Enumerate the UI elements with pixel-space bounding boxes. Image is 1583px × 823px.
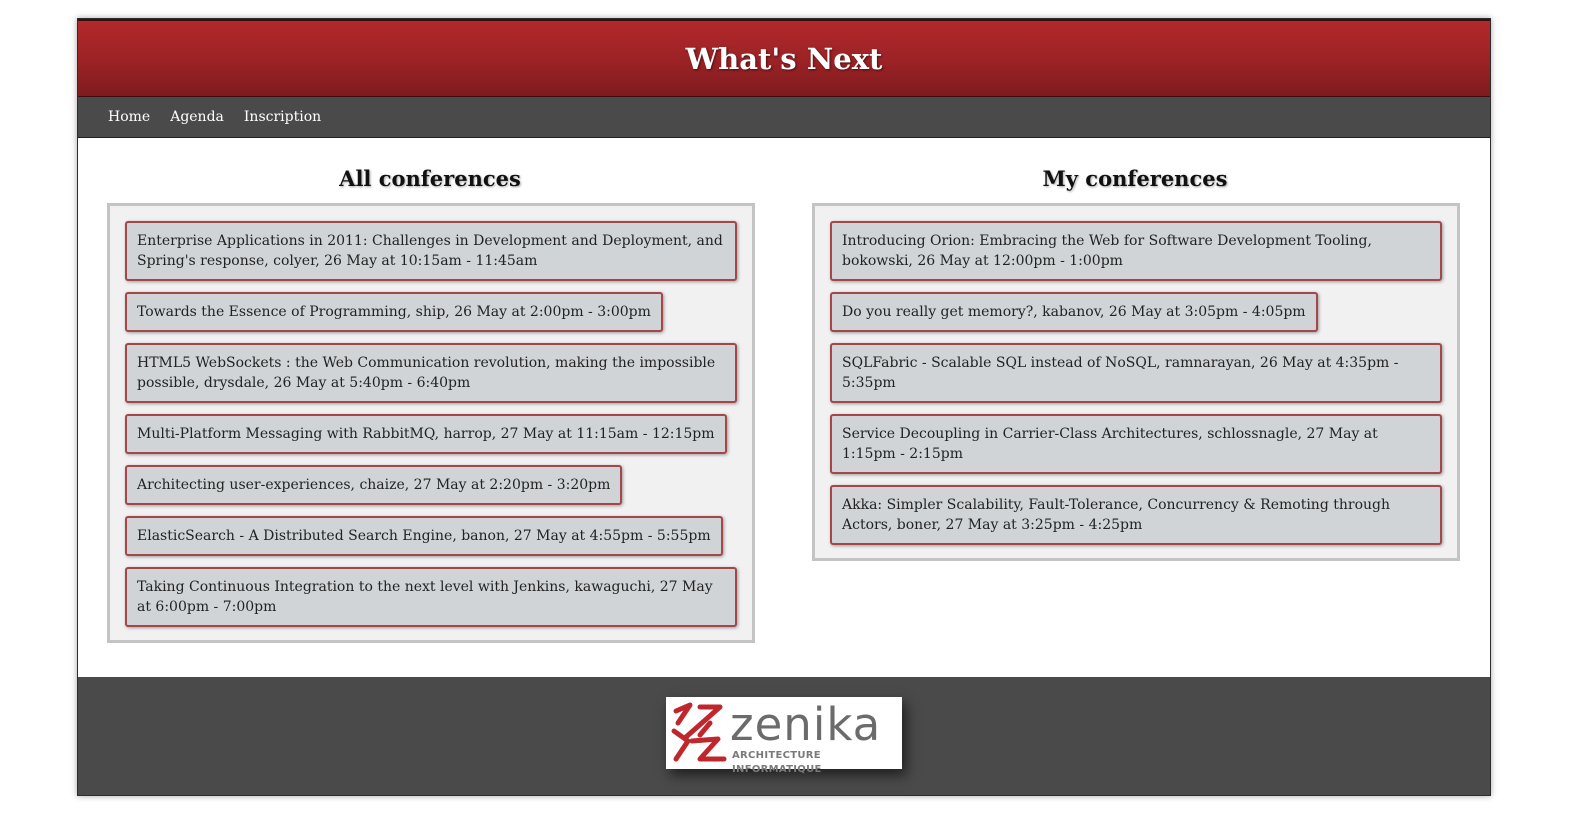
conference-item[interactable]: Towards the Essence of Programming, ship… xyxy=(125,292,663,332)
site-title: What's Next xyxy=(685,41,883,76)
nav-bar: Home Agenda Inscription xyxy=(78,97,1490,138)
all-conferences-heading: All conferences xyxy=(339,166,521,191)
site-header: What's Next xyxy=(78,19,1490,97)
zenika-logo-icon xyxy=(671,702,727,762)
main-content: All conferences Enterprise Applications … xyxy=(78,138,1490,676)
conference-item[interactable]: Taking Continuous Integration to the nex… xyxy=(125,567,737,627)
conference-item[interactable]: ElasticSearch - A Distributed Search Eng… xyxy=(125,516,723,556)
logo-wordmark: zenika xyxy=(730,698,882,751)
my-conferences-column: My conferences Introducing Orion: Embrac… xyxy=(812,166,1460,561)
conference-item[interactable]: Do you really get memory?, kabanov, 26 M… xyxy=(830,292,1318,332)
my-conferences-list: Introducing Orion: Embracing the Web for… xyxy=(812,203,1460,561)
conference-item[interactable]: Service Decoupling in Carrier-Class Arch… xyxy=(830,414,1442,474)
conference-item[interactable]: Multi-Platform Messaging with RabbitMQ, … xyxy=(125,414,727,454)
nav-inscription-link[interactable]: Inscription xyxy=(244,109,321,125)
conference-item[interactable]: HTML5 WebSockets : the Web Communication… xyxy=(125,343,737,403)
site-footer: zenika ARCHITECTURE INFORMATIQUE xyxy=(78,677,1490,795)
conference-item[interactable]: Architecting user-experiences, chaize, 2… xyxy=(125,465,623,505)
nav-home-link[interactable]: Home xyxy=(108,109,150,125)
conference-item[interactable]: Enterprise Applications in 2011: Challen… xyxy=(125,221,737,281)
conference-item[interactable]: Akka: Simpler Scalability, Fault-Toleran… xyxy=(830,485,1442,545)
zenika-logo[interactable]: zenika ARCHITECTURE INFORMATIQUE xyxy=(666,697,902,775)
all-conferences-list: Enterprise Applications in 2011: Challen… xyxy=(107,203,755,643)
conference-item[interactable]: SQLFabric - Scalable SQL instead of NoSQ… xyxy=(830,343,1442,403)
nav-agenda-link[interactable]: Agenda xyxy=(170,109,224,125)
all-conferences-column: All conferences Enterprise Applications … xyxy=(107,166,755,643)
conference-item[interactable]: Introducing Orion: Embracing the Web for… xyxy=(830,221,1442,281)
my-conferences-heading: My conferences xyxy=(1042,166,1228,191)
logo-tagline: ARCHITECTURE INFORMATIQUE xyxy=(732,750,822,775)
page-frame: What's Next Home Agenda Inscription All … xyxy=(77,18,1491,796)
